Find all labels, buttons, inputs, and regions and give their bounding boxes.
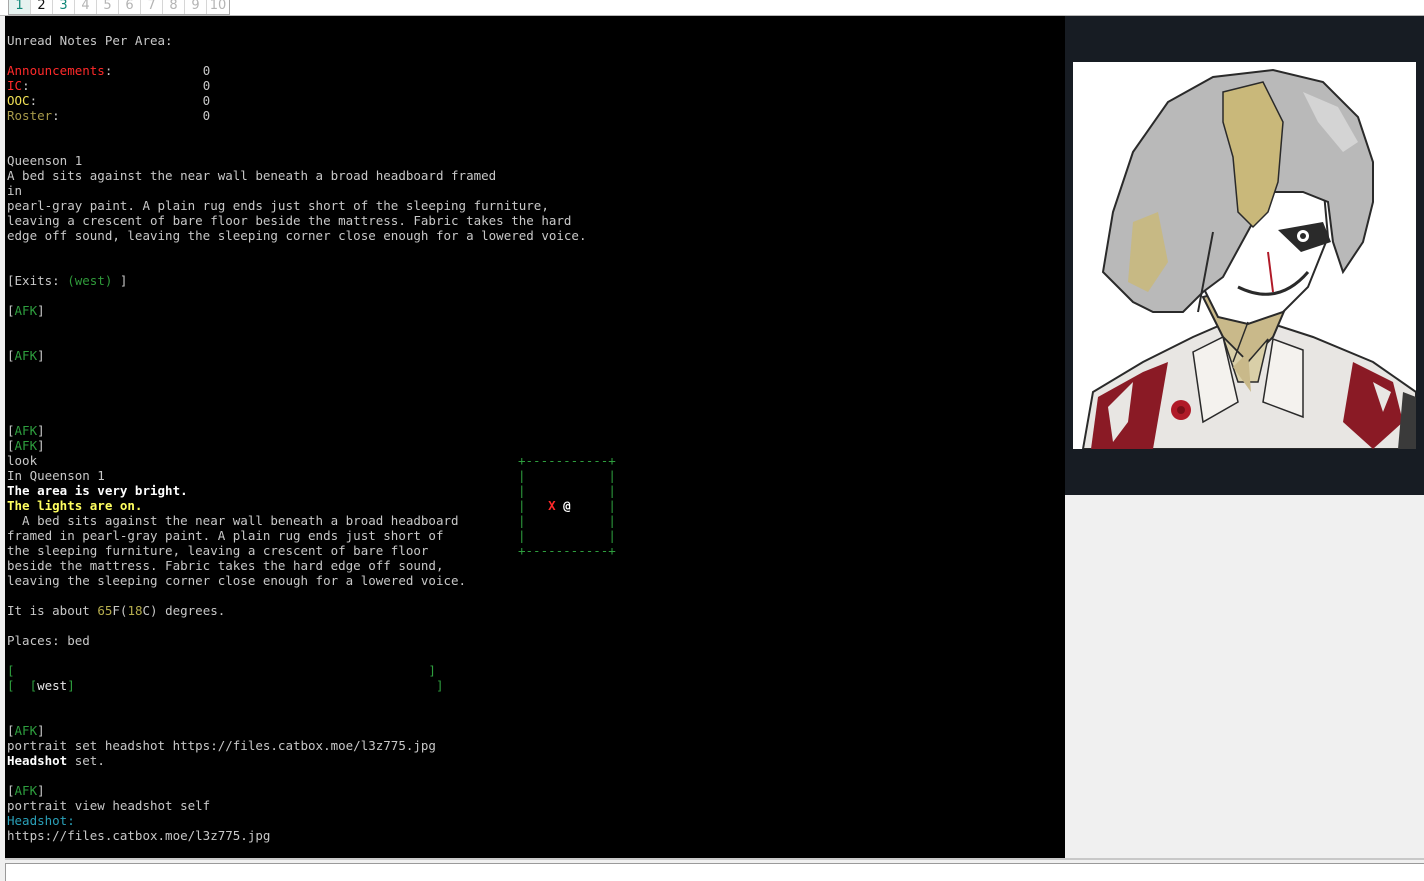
terminal-text: Unread Notes Per Area: Announcements: 0 … [7, 33, 587, 843]
look-desc-line: A bed sits against the near wall beneath… [7, 513, 459, 528]
headshot-portrait-image [1073, 62, 1416, 449]
tab-1[interactable]: 1 [9, 0, 31, 14]
look-desc-line: framed in pearl-gray paint. A plain rug … [7, 528, 444, 543]
notes-label-ic: IC [7, 78, 23, 93]
window-tab-bar: 1 2 3 4 5 6 7 8 9 10 [0, 0, 1424, 16]
room-title: Queenson 1 [7, 153, 83, 168]
places-line: Places: bed [7, 633, 90, 648]
headshot-word: Headshot [7, 753, 68, 768]
notes-label-ooc: OOC [7, 93, 30, 108]
tab-10[interactable]: 10 [207, 0, 229, 14]
look-room-title: In Queenson 1 [7, 468, 105, 483]
exits-value: (west) [67, 273, 113, 288]
notes-count-ooc: 0 [202, 93, 211, 108]
notes-count-roster: 0 [202, 108, 211, 123]
tab-4[interactable]: 4 [75, 0, 97, 14]
afk-tag: AFK [14, 783, 38, 798]
look-desc-line: leaving the sleeping corner close enough… [7, 573, 467, 588]
minimap-x-marker: X [548, 498, 556, 513]
notes-count-announcements: 0 [202, 63, 211, 78]
output-input-divider [5, 858, 1424, 860]
room-desc-line: edge off sound, leaving the sleeping cor… [7, 228, 587, 243]
notes-label-announcements: Announcements [7, 63, 105, 78]
room-desc-line: pearl-gray paint. A plain rug ends just … [7, 198, 549, 213]
room-desc-line: leaving a crescent of bare floor beside … [7, 213, 572, 228]
look-desc-line: beside the mattress. Fabric takes the ha… [7, 558, 444, 573]
lights-line: The lights are on. [7, 498, 143, 513]
portrait-illustration [1073, 62, 1416, 449]
notes-label-roster: Roster [7, 108, 53, 123]
afk-tag: AFK [14, 438, 38, 453]
set-word: set. [67, 753, 105, 768]
look-desc-line: the sleeping furniture, leaving a cresce… [7, 543, 429, 558]
headshot-label: Headshot: [7, 813, 75, 828]
portrait-view-command: portrait view headshot self [7, 798, 211, 813]
portrait-panel [1065, 16, 1424, 495]
tab-5[interactable]: 5 [97, 0, 119, 14]
exit-west-link[interactable]: west [37, 678, 67, 693]
tab-8[interactable]: 8 [163, 0, 185, 14]
command-input[interactable] [5, 863, 1424, 881]
tab-2[interactable]: 2 [31, 0, 53, 14]
room-desc-line: A bed sits against the near wall beneath… [7, 168, 497, 183]
brightness-line: The area is very bright. [7, 483, 188, 498]
afk-tag: AFK [14, 303, 38, 318]
terminal-output[interactable]: Unread Notes Per Area: Announcements: 0 … [5, 16, 1065, 858]
temp-celsius: 18 [127, 603, 143, 618]
look-command: look [7, 453, 38, 468]
temp-fahrenheit: 65 [97, 603, 113, 618]
tab-3[interactable]: 3 [53, 0, 75, 14]
tab-7[interactable]: 7 [141, 0, 163, 14]
room-desc-line: in [7, 183, 23, 198]
tab-9[interactable]: 9 [185, 0, 207, 14]
headshot-url[interactable]: https://files.catbox.moe/l3z775.jpg [7, 828, 270, 843]
temp-prefix: It is about [7, 603, 98, 618]
exits-prefix: [Exits: [7, 273, 68, 288]
portrait-set-command: portrait set headshot https://files.catb… [7, 738, 436, 753]
window-tabs: 1 2 3 4 5 6 7 8 9 10 [8, 0, 230, 15]
exits-suffix: ] [112, 273, 128, 288]
notes-count-ic: 0 [202, 78, 211, 93]
room-minimap: +-----------+ | | | | | X @ | | | | | +-… [518, 453, 616, 558]
minimap-self-marker: @ [563, 498, 571, 513]
afk-tag: AFK [14, 423, 38, 438]
notes-header: Unread Notes Per Area: [7, 33, 173, 48]
afk-tag: AFK [14, 348, 38, 363]
afk-tag: AFK [14, 723, 38, 738]
tab-6[interactable]: 6 [119, 0, 141, 14]
